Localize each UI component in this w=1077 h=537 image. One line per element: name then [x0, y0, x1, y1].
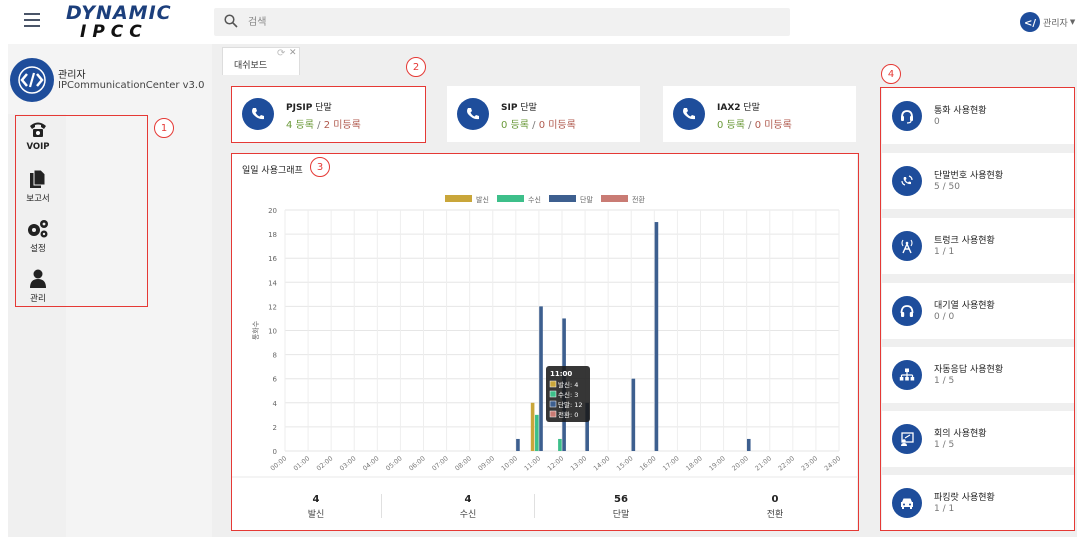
iax2-title: IAX2 단말 — [717, 103, 760, 113]
profile-avatar — [10, 58, 54, 102]
sip-count: 0 등록 / 0 미등록 — [501, 120, 576, 131]
search-icon[interactable] — [224, 14, 238, 28]
logo-line2: IPCC — [80, 22, 148, 42]
phone-handset-icon — [673, 98, 705, 130]
sip-card: SIP 단말 0 등록 / 0 미등록 — [447, 86, 640, 142]
brand-logo-icon — [18, 66, 46, 94]
refresh-icon[interactable]: ⟳ — [277, 48, 285, 59]
phone-handset-icon — [457, 98, 489, 130]
top-bar: DYNAMIC IPCC </> 관리자 ▼ — [0, 0, 1077, 44]
hamburger-menu-icon[interactable] — [24, 13, 40, 27]
sip-title: SIP 단말 — [501, 103, 537, 113]
search-bar — [214, 8, 790, 36]
annotation-box — [880, 87, 1075, 531]
annotation-box — [231, 86, 426, 143]
tab-label: 대쉬보드 — [234, 61, 268, 71]
close-icon[interactable]: ✕ — [289, 48, 297, 58]
search-input[interactable] — [248, 12, 768, 32]
logo-line1: DYNAMIC — [66, 2, 172, 24]
user-avatar: </> — [1020, 12, 1040, 32]
annotation-box — [231, 153, 859, 531]
tab-dashboard[interactable]: 대쉬보드 ⟳ ✕ — [222, 47, 300, 75]
app-logo[interactable]: DYNAMIC IPCC — [66, 2, 171, 42]
annotation-number: 4 — [881, 64, 901, 84]
user-menu[interactable]: </> 관리자 ▼ — [1020, 11, 1075, 33]
iax2-card: IAX2 단말 0 등록 / 0 미등록 — [663, 86, 856, 142]
user-name: 관리자 — [1043, 18, 1068, 29]
annotation-number: 3 — [310, 157, 330, 177]
annotation-number: 1 — [154, 118, 174, 138]
profile-version: IPCommunicationCenter v3.0 — [58, 80, 205, 91]
profile-name: 관리자 — [58, 70, 86, 81]
iax2-count: 0 등록 / 0 미등록 — [717, 120, 792, 131]
svg-text:</>: </> — [1024, 18, 1037, 29]
annotation-box — [15, 115, 148, 307]
chevron-down-icon: ▼ — [1069, 18, 1076, 26]
annotation-number: 2 — [406, 57, 426, 77]
